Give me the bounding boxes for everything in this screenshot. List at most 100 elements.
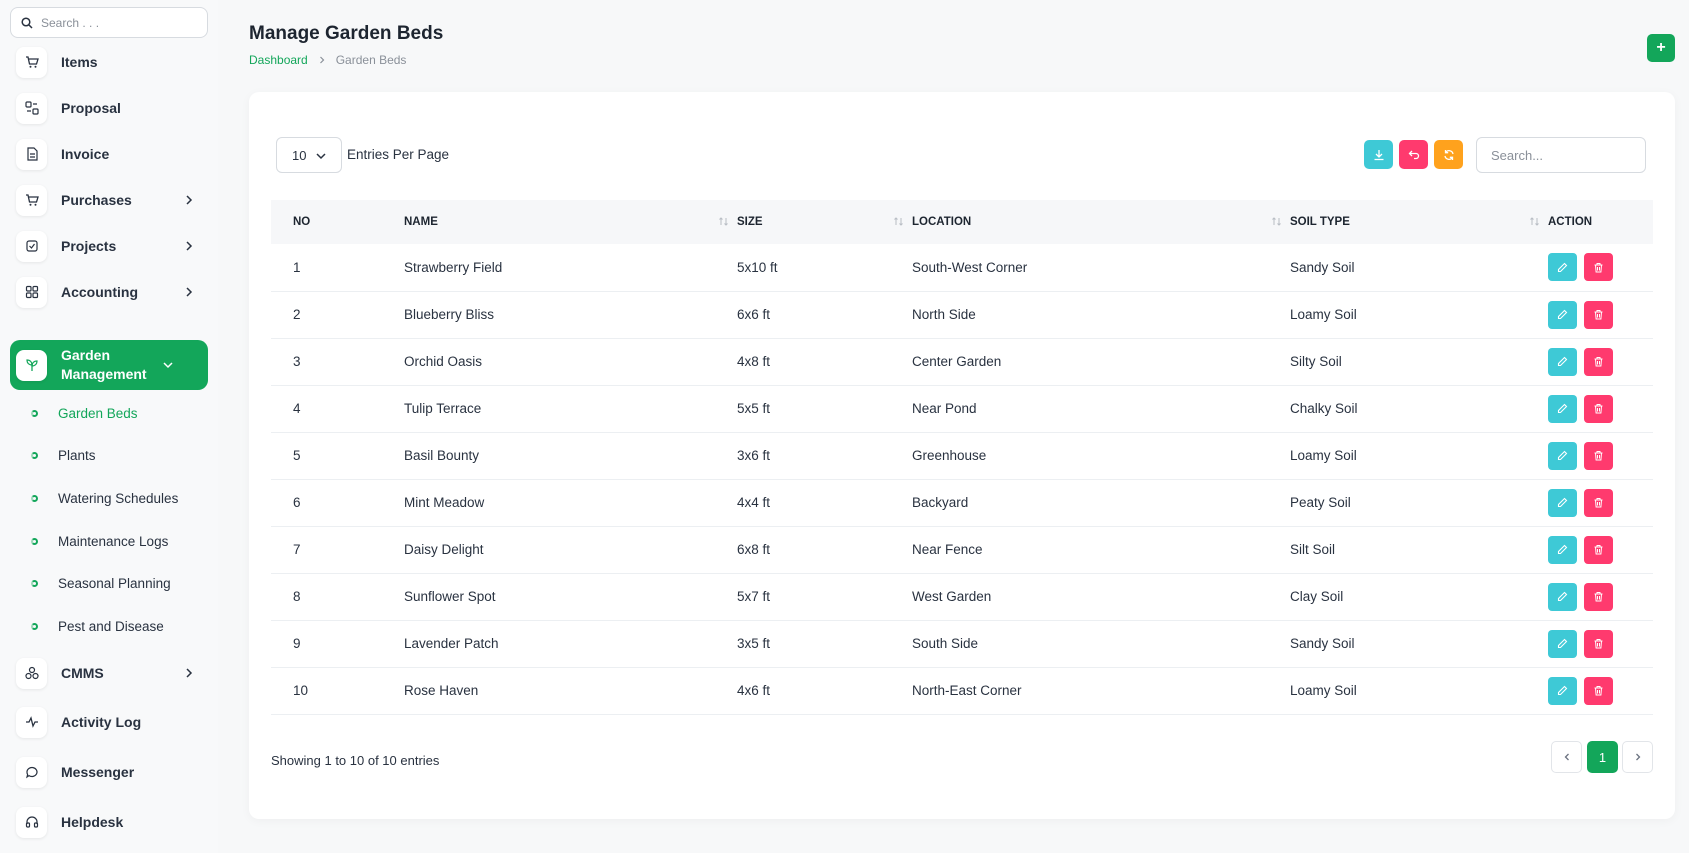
sidebar-item-messenger[interactable]: Messenger: [10, 748, 208, 796]
edit-button[interactable]: [1548, 394, 1577, 423]
plant-icon: [16, 349, 47, 381]
sidebar-subitem-seasonal-planning[interactable]: Seasonal Planning: [22, 571, 171, 595]
cell-soil-type: Sandy Soil: [1290, 636, 1355, 651]
pencil-icon: [1557, 591, 1568, 602]
pencil-icon: [1557, 262, 1568, 272]
cell-no: 4: [293, 401, 301, 416]
bullet-icon: [31, 622, 38, 630]
cell-no: 8: [293, 589, 301, 604]
chevron-down-icon: [316, 153, 326, 160]
sidebar-subitem-pest-and-disease[interactable]: Pest and Disease: [22, 614, 164, 638]
trash-icon: [1594, 262, 1603, 273]
cell-name: Sunflower Spot: [404, 589, 496, 604]
sidebar-item-activity-log[interactable]: Activity Log: [10, 698, 208, 746]
cell-size: 6x8 ft: [737, 542, 771, 557]
table-row: 2 Blueberry Bliss 6x6 ft North Side Loamy So…: [271, 291, 1653, 338]
sidebar-item-garden-management[interactable]: Garden Management: [10, 340, 208, 390]
edit-button[interactable]: [1548, 582, 1577, 611]
edit-button[interactable]: [1548, 347, 1577, 376]
pencil-icon: [1557, 356, 1568, 367]
cart-icon: [16, 46, 47, 78]
add-garden-bed-button[interactable]: +: [1647, 34, 1675, 62]
delete-button[interactable]: [1584, 582, 1613, 611]
reset-button[interactable]: [1399, 140, 1428, 169]
sidebar-item-invoice[interactable]: Invoice: [10, 130, 208, 178]
table-row: 5 Basil Bounty 3x6 ft Greenhouse Loamy Soil: [271, 432, 1653, 479]
table-search-input[interactable]: [1476, 137, 1646, 173]
cell-name: Rose Haven: [404, 683, 479, 698]
delete-button[interactable]: [1584, 394, 1613, 423]
activity-icon: [16, 706, 47, 738]
cell-actions: [1548, 385, 1653, 432]
cell-actions: [1548, 479, 1653, 526]
column-header-size[interactable]: SIZE: [737, 200, 912, 244]
delete-button[interactable]: [1584, 253, 1613, 282]
column-header-soil-type[interactable]: SOIL TYPE: [1290, 200, 1548, 244]
column-header-no[interactable]: NO: [271, 200, 404, 244]
cell-location: South-West Corner: [912, 259, 1028, 275]
edit-button[interactable]: [1548, 253, 1577, 282]
column-header-location[interactable]: LOCATION: [912, 200, 1290, 244]
sidebar-item-purchases[interactable]: Purchases: [10, 176, 208, 224]
breadcrumb-dashboard-link[interactable]: Dashboard: [249, 53, 308, 67]
entries-per-page-select[interactable]: 10: [276, 137, 342, 173]
column-header-name[interactable]: NAME: [404, 200, 737, 244]
edit-button[interactable]: [1548, 676, 1577, 705]
cell-actions: [1548, 432, 1653, 479]
edit-button[interactable]: [1548, 488, 1577, 517]
sidebar-item-label: Proposal: [61, 100, 121, 116]
cell-size: 4x4 ft: [737, 495, 771, 510]
cell-soil-type: Loamy Soil: [1290, 448, 1357, 463]
sidebar-subitem-label: Seasonal Planning: [58, 575, 171, 591]
sidebar-item-accounting[interactable]: Accounting: [10, 268, 208, 316]
entries-value: 10: [292, 147, 307, 163]
edit-button[interactable]: [1548, 629, 1577, 658]
cell-size: 3x5 ft: [737, 636, 771, 651]
delete-button[interactable]: [1584, 300, 1613, 329]
sidebar-item-items[interactable]: Items: [10, 38, 208, 86]
pencil-icon: [1557, 638, 1568, 649]
sidebar-subitem-plants[interactable]: Plants: [22, 443, 96, 467]
trash-icon: [1594, 498, 1603, 508]
sidebar-subitem-garden-beds[interactable]: Garden Beds: [22, 401, 138, 425]
pagination-prev-button[interactable]: [1551, 741, 1582, 773]
delete-button[interactable]: [1584, 535, 1613, 564]
sidebar-subitem-maintenance-logs[interactable]: Maintenance Logs: [22, 529, 168, 553]
delete-button[interactable]: [1584, 629, 1613, 658]
sidebar-item-helpdesk[interactable]: Helpdesk: [10, 798, 208, 846]
sidebar-item-label: Projects: [61, 238, 117, 254]
sidebar-subitem-watering-schedules[interactable]: Watering Schedules: [22, 486, 178, 510]
download-icon: [1374, 149, 1383, 160]
chevron-left-icon: [1564, 753, 1569, 761]
sidebar-item-proposal[interactable]: Proposal: [10, 84, 208, 132]
cell-actions: [1548, 667, 1653, 714]
cmms-icon: [16, 657, 47, 689]
pagination-page-1[interactable]: 1: [1587, 741, 1618, 773]
search-icon: [21, 16, 33, 29]
delete-button[interactable]: [1584, 347, 1613, 376]
edit-button[interactable]: [1548, 535, 1577, 564]
sidebar-item-label: Items: [61, 54, 98, 70]
sidebar-item-label: Messenger: [61, 764, 135, 780]
pagination-next-button[interactable]: [1622, 741, 1653, 773]
delete-button[interactable]: [1584, 441, 1613, 470]
sidebar-search[interactable]: Search . . .: [10, 7, 208, 38]
refresh-button[interactable]: [1434, 140, 1463, 169]
edit-button[interactable]: [1548, 441, 1577, 470]
chevron-right-icon: [186, 668, 193, 678]
chevron-right-icon: [319, 56, 325, 64]
delete-button[interactable]: [1584, 676, 1613, 705]
sidebar-item-projects[interactable]: Projects: [10, 222, 208, 270]
sidebar-item-label: Accounting: [61, 284, 138, 300]
trash-icon: [1594, 545, 1603, 555]
export-button[interactable]: [1364, 140, 1393, 169]
sidebar-item-cmms[interactable]: CMMS: [10, 649, 208, 697]
sidebar-subitem-label: Garden Beds: [58, 405, 138, 421]
cell-size: 4x8 ft: [737, 354, 771, 369]
cart-icon: [16, 184, 47, 216]
checkbox-icon: [16, 230, 47, 262]
showing-entries-text: Showing 1 to 10 of 10 entries: [271, 753, 440, 768]
cell-actions: [1548, 620, 1653, 667]
delete-button[interactable]: [1584, 488, 1613, 517]
edit-button[interactable]: [1548, 300, 1577, 329]
